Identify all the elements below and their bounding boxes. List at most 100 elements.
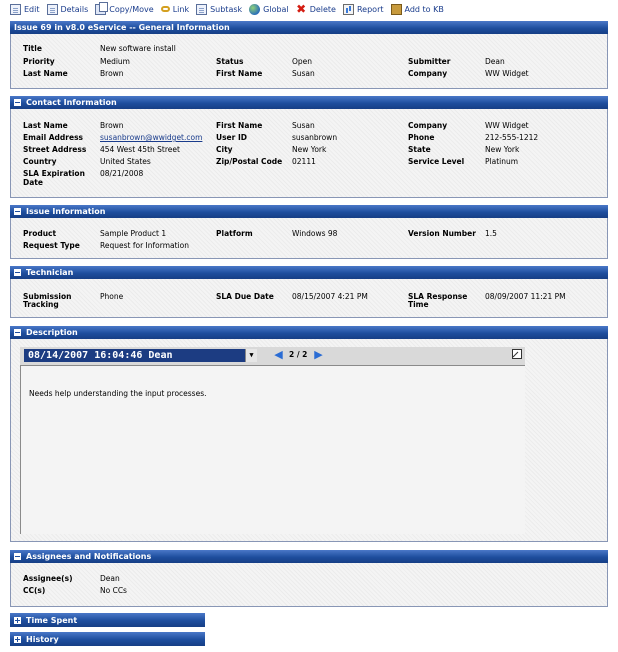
contact-last-name-label: Last Name	[23, 121, 68, 130]
last-name-label: Last Name	[23, 69, 68, 78]
title-label: Title	[23, 44, 42, 53]
sla-response-value: 08/09/2007 11:21 PM	[485, 292, 566, 301]
contact-first-name-value: Susan	[292, 121, 315, 130]
contact-first-name-label: First Name	[216, 121, 263, 130]
user-id-label: User ID	[216, 133, 247, 142]
assignees-header[interactable]: Assignees and Notifications	[10, 550, 608, 563]
time-spent-header[interactable]: Time Spent	[10, 613, 205, 627]
contact-company-value: WW Widget	[485, 121, 529, 130]
description-text: Needs help understanding the input proce…	[29, 389, 207, 398]
history-header[interactable]: History	[10, 632, 205, 646]
version-value: 1.5	[485, 229, 497, 238]
company-value: WW Widget	[485, 69, 529, 78]
sla-response-label-line2: Time	[408, 300, 429, 309]
collapse-icon[interactable]	[14, 269, 21, 276]
phone-label: Phone	[408, 133, 435, 142]
zip-label: Zip/Postal Code	[216, 157, 283, 166]
link-button[interactable]: Link	[160, 5, 189, 14]
company-label: Company	[408, 69, 448, 78]
cc-label: CC(s)	[23, 586, 46, 595]
first-name-label: First Name	[216, 69, 263, 78]
assignees-body	[10, 563, 608, 607]
edit-icon	[10, 3, 21, 15]
email-link[interactable]: susanbrown@wwidget.com	[100, 133, 202, 142]
edit-button[interactable]: Edit	[10, 3, 40, 15]
copy-move-button[interactable]: Copy/Move	[95, 1, 154, 15]
country-label: Country	[23, 157, 57, 166]
collapse-icon[interactable]	[14, 99, 21, 106]
service-level-label: Service Level	[408, 157, 465, 166]
globe-icon	[249, 3, 261, 15]
collapse-icon[interactable]	[14, 553, 21, 560]
assignee-label: Assignee(s)	[23, 574, 73, 583]
details-button[interactable]: Details	[46, 3, 88, 15]
cc-value: No CCs	[100, 586, 127, 595]
request-type-value: Request for Information	[100, 241, 189, 250]
expand-icon[interactable]	[14, 635, 21, 643]
description-pager: 2 / 2	[289, 350, 308, 359]
platform-label: Platform	[216, 229, 253, 238]
previous-arrow-icon[interactable]: ◀	[273, 349, 284, 360]
email-value[interactable]: susanbrown@wwidget.com	[100, 133, 202, 142]
street-label: Street Address	[23, 145, 87, 154]
submitter-label: Submitter	[408, 57, 451, 66]
assignee-value: Dean	[100, 574, 120, 583]
details-icon	[46, 3, 58, 15]
zip-value: 02111	[292, 157, 316, 166]
toolbar: Edit Details Copy/Move Link Subtask Glob…	[0, 0, 618, 18]
technician-header[interactable]: Technician	[10, 266, 608, 279]
phone-value: 212-555-1212	[485, 133, 539, 142]
edit-description-icon[interactable]	[512, 349, 522, 359]
copy-icon	[95, 1, 109, 15]
street-value: 454 West 45th Street	[100, 145, 180, 154]
general-info-header: Issue 69 in v8.0 eService -- General Inf…	[10, 21, 608, 34]
report-button[interactable]: Report	[342, 3, 384, 15]
city-value: New York	[292, 145, 327, 154]
chevron-down-icon[interactable]: ▼	[245, 349, 257, 362]
service-level-value: Platinum	[485, 157, 519, 166]
collapse-icon[interactable]	[14, 208, 21, 215]
title-value: New software install	[100, 44, 176, 53]
version-label: Version Number	[408, 229, 476, 238]
request-type-label: Request Type	[23, 241, 80, 250]
product-value: Sample Product 1	[100, 229, 167, 238]
add-to-kb-button[interactable]: Add to KB	[390, 3, 444, 15]
platform-value: Windows 98	[292, 229, 338, 238]
priority-value: Medium	[100, 57, 130, 66]
sla-expiration-label: SLA Expiration	[23, 169, 85, 178]
user-id-value: susanbrown	[292, 133, 338, 142]
issue-info-header[interactable]: Issue Information	[10, 205, 608, 218]
status-label: Status	[216, 57, 244, 66]
status-value: Open	[292, 57, 313, 66]
last-name-value: Brown	[100, 69, 124, 78]
sla-due-date-value: 08/15/2007 4:21 PM	[292, 292, 368, 301]
global-button[interactable]: Global	[249, 3, 289, 15]
submission-tracking-label-line2: Tracking	[23, 300, 59, 309]
collapse-icon[interactable]	[14, 329, 21, 336]
expand-icon[interactable]	[14, 616, 21, 624]
subtask-icon	[196, 3, 208, 15]
sla-expiration-label-line2: Date	[23, 178, 43, 187]
sla-due-date-label: SLA Due Date	[216, 292, 274, 301]
first-name-value: Susan	[292, 69, 315, 78]
kb-icon	[390, 3, 402, 15]
submission-tracking-value: Phone	[100, 292, 124, 301]
description-entry-select[interactable]: 08/14/2007 16:04:46 Dean ▼	[24, 349, 257, 362]
subtask-button[interactable]: Subtask	[196, 3, 242, 15]
description-header[interactable]: Description	[10, 326, 608, 339]
priority-label: Priority	[23, 57, 55, 66]
next-arrow-icon[interactable]: ▶	[313, 349, 324, 360]
contact-last-name-value: Brown	[100, 121, 124, 130]
link-icon	[160, 6, 170, 12]
report-icon	[342, 3, 354, 15]
city-label: City	[216, 145, 233, 154]
contact-info-header[interactable]: Contact Information	[10, 96, 608, 109]
submitter-value: Dean	[485, 57, 505, 66]
delete-icon: ✖	[296, 1, 307, 16]
delete-button[interactable]: ✖ Delete	[296, 1, 336, 16]
state-label: State	[408, 145, 431, 154]
issue-info-body	[10, 218, 608, 259]
sla-expiration-value: 08/21/2008	[100, 169, 144, 178]
product-label: Product	[23, 229, 57, 238]
contact-company-label: Company	[408, 121, 448, 130]
